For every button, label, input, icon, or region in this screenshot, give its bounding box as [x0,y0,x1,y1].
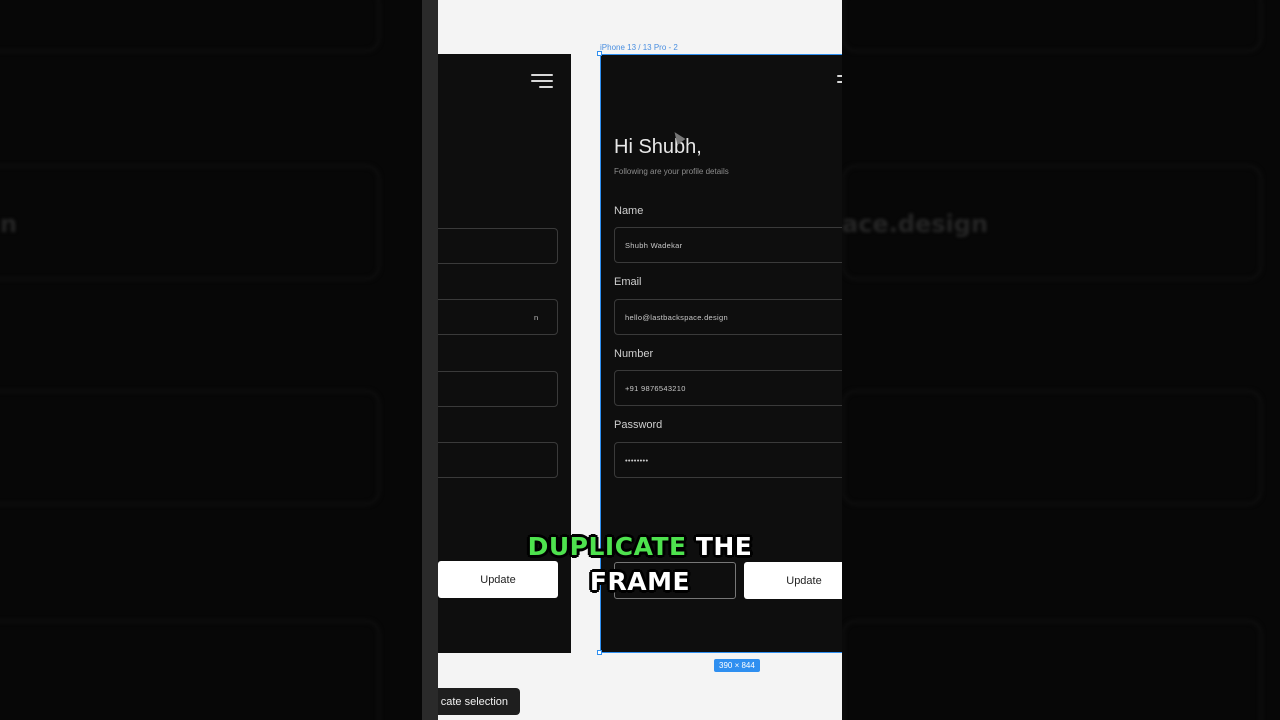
name-field[interactable]: Shubh Wadekar [614,227,842,263]
password-field[interactable]: •••••••• [614,442,842,478]
greeting-heading: Hi Shubh, [614,136,702,158]
email-field[interactable]: hello@lastbackspace.design [614,299,842,335]
panel-divider [422,0,438,720]
number-field[interactable]: +91 9876543210 [614,370,842,406]
email-field[interactable]: n [438,299,558,335]
password-label: Password [614,419,663,431]
ghost-box [842,390,1262,505]
name-value: Shubh Wadekar [625,241,683,250]
background-left: n [0,0,438,720]
duplicate-selection-toast: cate selection [438,688,520,715]
ghost-text: n [0,210,18,238]
ghost-box [842,165,1262,280]
ghost-box [842,620,1262,720]
frame-original[interactable]: n Update [438,54,571,653]
password-value: •••••••• [625,456,649,465]
ghost-box [0,0,380,52]
ghost-box [0,165,380,280]
email-value: n [534,313,539,322]
ghost-box [842,0,1262,52]
size-badge: 390 × 844 [714,659,760,672]
email-label: Email [614,276,642,288]
ghost-box [0,620,380,720]
resize-handle[interactable] [597,650,602,655]
frame-duplicate[interactable]: Hi Shubh, Following are your profile det… [600,54,842,653]
caption-line-2: FRAME [0,567,1280,596]
caption-line-1: DUPLICATE THE [0,532,1280,561]
caption-highlight: DUPLICATE [527,532,687,561]
frame-label[interactable]: iPhone 13 / 13 Pro - 2 [600,43,678,52]
name-label: Name [614,205,644,217]
subtitle-text: Following are your profile details [614,167,729,176]
ghost-text: ace.design [842,210,989,238]
resize-handle[interactable] [597,51,602,56]
design-canvas[interactable]: n Update iPhone 13 / 13 Pro - 2 Hi Shubh… [438,0,842,720]
email-value: hello@lastbackspace.design [625,313,728,322]
name-field[interactable] [438,228,558,264]
background-right: ace.design [842,0,1280,720]
number-value: +91 9876543210 [625,384,686,393]
password-field[interactable] [438,442,558,478]
ghost-box [0,390,380,505]
number-field[interactable] [438,371,558,407]
caption-text: THE [695,532,753,561]
menu-icon[interactable] [531,74,553,88]
caption-text: FRAME [589,567,691,596]
number-label: Number [614,348,654,360]
menu-icon[interactable] [837,75,842,89]
